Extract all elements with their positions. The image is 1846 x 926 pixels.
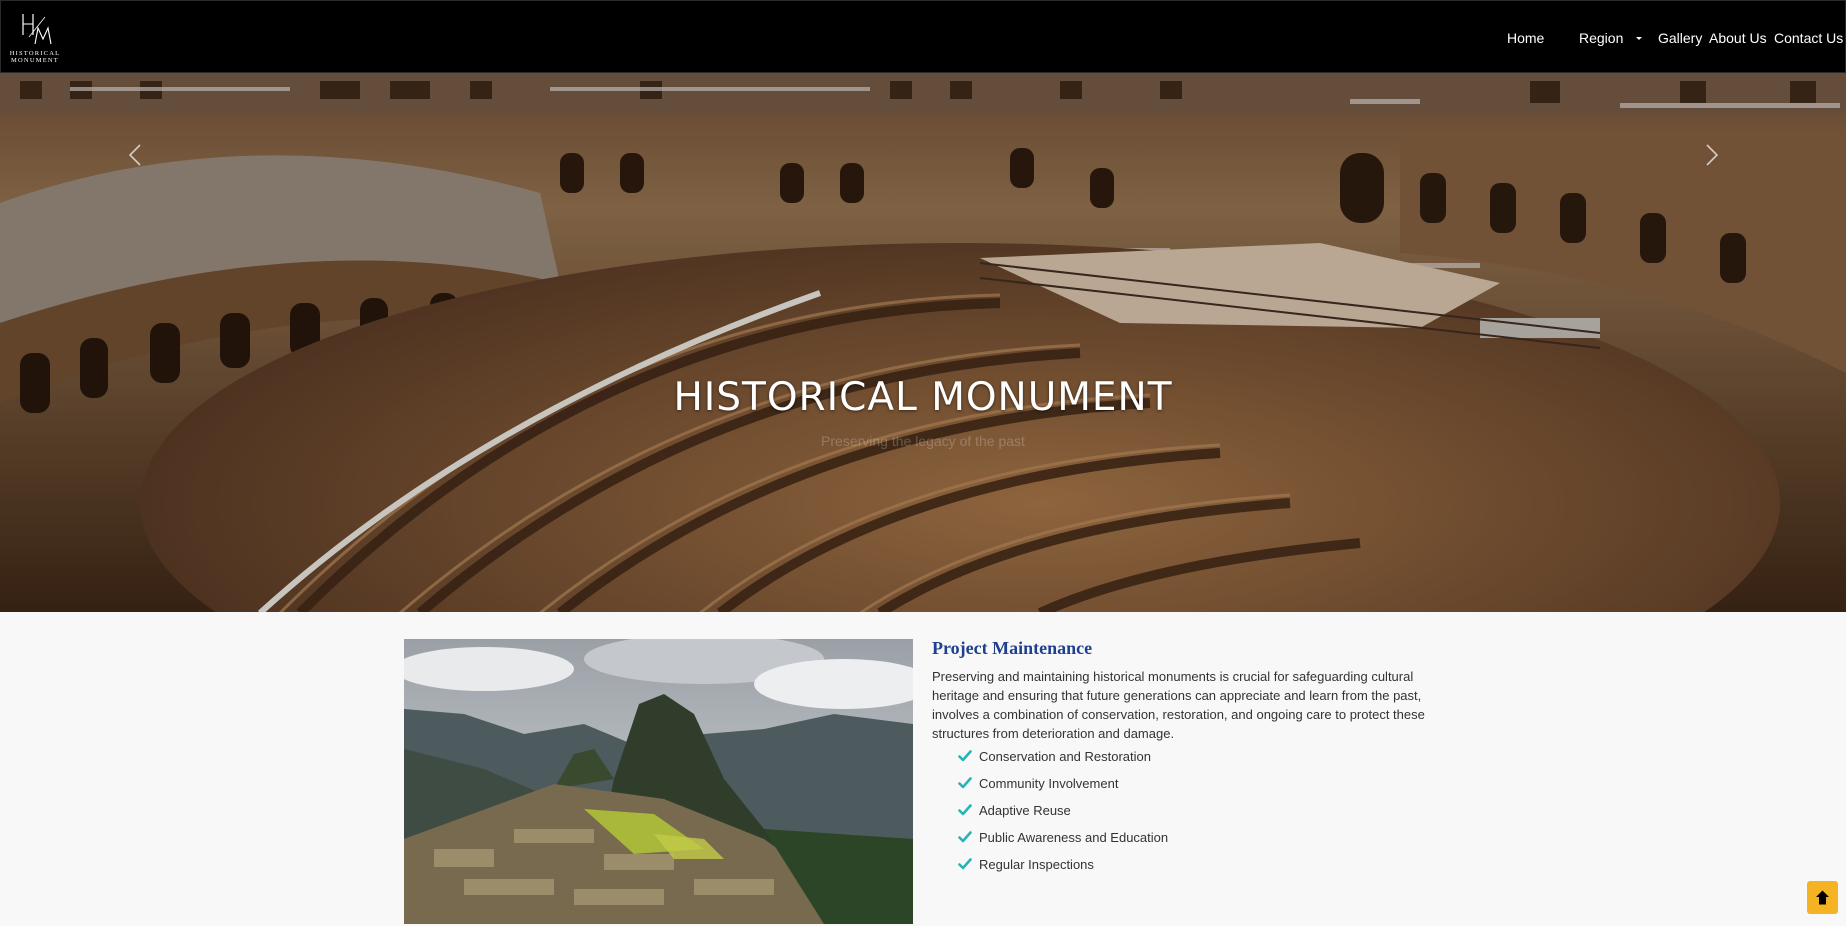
feature-label: Conservation and Restoration [979,749,1151,764]
hero-title: HISTORICAL MONUMENT [673,375,1173,420]
feature-label: Public Awareness and Education [979,830,1169,845]
nav-about-us[interactable]: About Us [1709,30,1767,46]
feature-label: Adaptive Reuse [979,803,1071,818]
chevron-right-icon[interactable] [1697,137,1727,173]
list-item: Public Awareness and Education [958,829,1168,856]
caret-down-icon[interactable] [1636,37,1642,40]
list-item: Regular Inspections [958,856,1168,883]
list-item: Community Involvement [958,775,1168,802]
hero-subtitle: Preserving the legacy of the past [821,433,1025,449]
feature-list: Conservation and Restoration Community I… [958,748,1168,883]
section-title: Project Maintenance [932,638,1093,658]
back-to-top-button[interactable] [1807,881,1838,914]
logo-line-2: MONUMENT [11,57,59,64]
navbar: HISTORICAL MONUMENT Home Region Gallery … [0,0,1846,73]
list-item: Adaptive Reuse [958,802,1168,829]
feature-label: Regular Inspections [979,857,1094,872]
check-icon [958,858,972,870]
check-icon [958,831,972,843]
nav-contact-us[interactable]: Contact Us [1774,30,1843,46]
check-icon [958,750,972,762]
nav-gallery[interactable]: Gallery [1658,30,1702,46]
nav-home[interactable]: Home [1507,30,1544,46]
section-paragraph: Preserving and maintaining historical mo… [932,669,1425,741]
check-icon [958,804,972,816]
logo-line-1: HISTORICAL [9,50,61,57]
site-logo[interactable]: HISTORICAL MONUMENT [5,11,65,67]
arrow-up-icon [1816,890,1829,905]
list-item: Conservation and Restoration [958,748,1168,775]
logo-monogram [22,14,52,45]
chevron-left-icon[interactable] [120,137,150,173]
feature-label: Community Involvement [979,776,1119,791]
nav-region[interactable]: Region [1579,30,1623,46]
machu-picchu-image [404,639,913,924]
check-icon [958,777,972,789]
hero-image-colosseum [0,73,1846,612]
hero-carousel: HISTORICAL MONUMENT Preserving the legac… [0,73,1846,612]
